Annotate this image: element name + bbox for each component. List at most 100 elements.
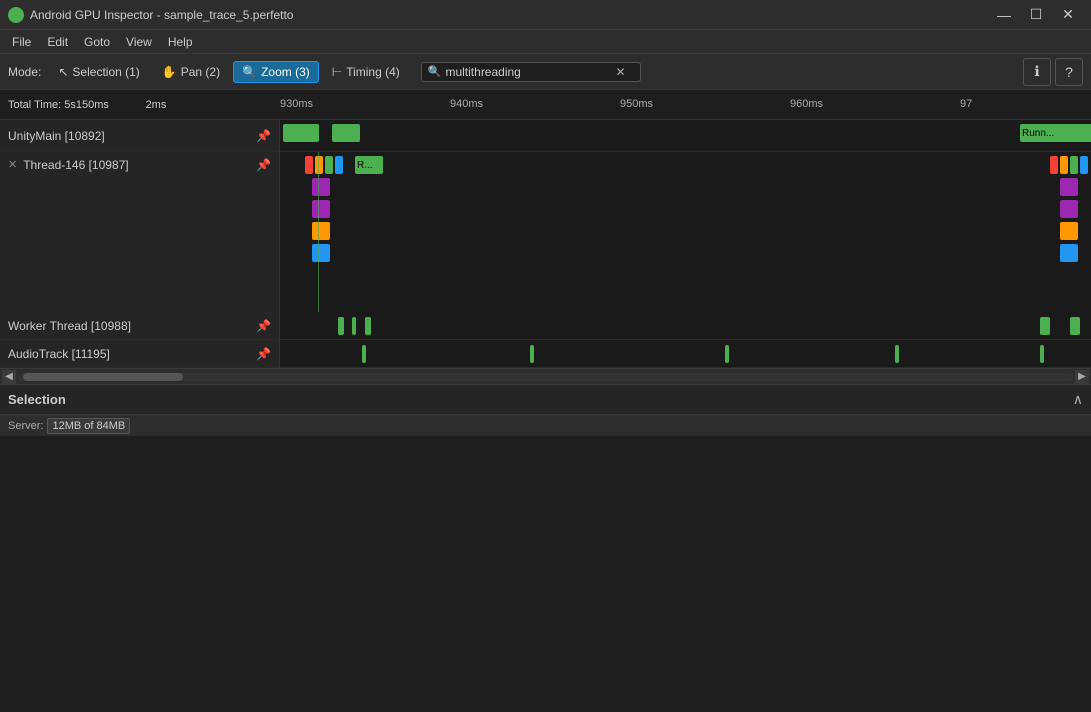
selection-label: Selection (1) bbox=[72, 65, 139, 79]
thread146-label: Thread-146 [10987] bbox=[23, 158, 128, 172]
thread146-stack-2[interactable] bbox=[312, 200, 330, 218]
thread146-r-stack-4[interactable] bbox=[1060, 244, 1078, 262]
close-button[interactable]: ✕ bbox=[1053, 5, 1083, 25]
tracks-container: UnityMain [10892] 📌 Runn... ✕ Thread-146… bbox=[0, 120, 1091, 368]
scroll-track bbox=[18, 373, 1073, 381]
thread146-event-r[interactable]: R... bbox=[355, 156, 383, 174]
track-label-worker: Worker Thread [10988] 📌 bbox=[0, 312, 280, 339]
mode-selection[interactable]: ↖ Selection (1) bbox=[49, 61, 148, 83]
thread146-event-2[interactable] bbox=[315, 156, 323, 174]
menu-edit[interactable]: Edit bbox=[39, 33, 76, 51]
statusbar: Server: 12MB of 84MB bbox=[0, 414, 1091, 436]
worker-event-3[interactable] bbox=[365, 317, 371, 335]
scroll-right-arrow[interactable]: ▶ bbox=[1075, 370, 1089, 384]
mode-label: Mode: bbox=[8, 65, 41, 79]
thread146-event-3[interactable] bbox=[325, 156, 333, 174]
scroll-left-arrow[interactable]: ◀ bbox=[2, 370, 16, 384]
audiotrack-label: AudioTrack [11195] bbox=[8, 347, 110, 361]
zoom-label: Zoom (3) bbox=[261, 65, 310, 79]
worker-event-2[interactable] bbox=[352, 317, 356, 335]
server-value: 12MB of 84MB bbox=[47, 418, 130, 434]
unitymain-event-1[interactable] bbox=[283, 124, 319, 142]
search-clear-icon[interactable]: ✕ bbox=[615, 65, 625, 79]
selection-icon: ↖ bbox=[58, 65, 68, 79]
thread146-stack-1[interactable] bbox=[312, 178, 330, 196]
thread146-r-stack-2[interactable] bbox=[1060, 200, 1078, 218]
search-icon: 🔍 bbox=[428, 65, 442, 78]
ruler-label-940: 940ms bbox=[450, 98, 483, 110]
thread146-r-event-4[interactable] bbox=[1080, 156, 1088, 174]
timeline-total: Total Time: 5s150ms 2ms bbox=[0, 99, 280, 111]
audio-event-5[interactable] bbox=[1040, 345, 1044, 363]
mode-pan[interactable]: ✋ Pan (2) bbox=[153, 61, 229, 83]
worker-event-1[interactable] bbox=[338, 317, 344, 335]
thread146-r-event-3[interactable] bbox=[1070, 156, 1078, 174]
scroll-thumb[interactable] bbox=[23, 373, 183, 381]
timing-label: Timing (4) bbox=[346, 65, 400, 79]
zoom-icon: 🔍 bbox=[242, 65, 257, 79]
worker-label: Worker Thread [10988] bbox=[8, 319, 131, 333]
pin-icon-thread146[interactable]: 📌 bbox=[256, 158, 271, 172]
track-row-worker: Worker Thread [10988] 📌 bbox=[0, 312, 1091, 340]
selection-title: Selection bbox=[8, 392, 66, 407]
minimize-button[interactable]: — bbox=[989, 5, 1019, 25]
audio-event-2[interactable] bbox=[530, 345, 534, 363]
pan-icon: ✋ bbox=[162, 65, 177, 79]
pin-icon-audiotrack[interactable]: 📌 bbox=[256, 347, 271, 361]
ruler-label-930: 930ms bbox=[280, 98, 313, 110]
audio-event-1[interactable] bbox=[362, 345, 366, 363]
pin-icon-worker[interactable]: 📌 bbox=[256, 319, 271, 333]
unitymain-event-2[interactable] bbox=[332, 124, 360, 142]
server-label: Server: bbox=[8, 420, 43, 432]
track-canvas-worker bbox=[280, 312, 1091, 339]
titlebar-controls: — ☐ ✕ bbox=[989, 5, 1083, 25]
ruler-label-960: 960ms bbox=[790, 98, 823, 110]
close-icon-thread146[interactable]: ✕ bbox=[8, 158, 17, 171]
thread146-r-stack-3[interactable] bbox=[1060, 222, 1078, 240]
track-row-unitymain: UnityMain [10892] 📌 Runn... bbox=[0, 120, 1091, 152]
thread146-event-4[interactable] bbox=[335, 156, 343, 174]
thread146-r-event-2[interactable] bbox=[1060, 156, 1068, 174]
thread146-vline bbox=[318, 152, 319, 312]
timing-icon: ⊢ bbox=[332, 65, 342, 79]
audio-event-4[interactable] bbox=[895, 345, 899, 363]
thread146-r-stack-1[interactable] bbox=[1060, 178, 1078, 196]
track-canvas-audiotrack bbox=[280, 340, 1091, 367]
timeline-ruler-area: 930ms 940ms 950ms 960ms 97 bbox=[280, 90, 1091, 119]
titlebar-left: Android GPU Inspector - sample_trace_5.p… bbox=[8, 7, 293, 23]
selection-panel: Selection ∧ bbox=[0, 384, 1091, 414]
info-button[interactable]: ℹ bbox=[1023, 58, 1051, 86]
menu-file[interactable]: File bbox=[4, 33, 39, 51]
worker-event-5[interactable] bbox=[1070, 317, 1080, 335]
mode-timing[interactable]: ⊢ Timing (4) bbox=[323, 61, 409, 83]
track-label-unitymain: UnityMain [10892] 📌 bbox=[0, 120, 280, 151]
titlebar-title: Android GPU Inspector - sample_trace_5.p… bbox=[30, 8, 293, 22]
expand-button[interactable]: ∧ bbox=[1073, 391, 1083, 408]
pin-icon-unitymain[interactable]: 📌 bbox=[256, 129, 271, 143]
menubar: File Edit Goto View Help bbox=[0, 30, 1091, 54]
unitymain-event-running[interactable]: Runn... bbox=[1020, 124, 1091, 142]
help-button[interactable]: ? bbox=[1055, 58, 1083, 86]
menu-help[interactable]: Help bbox=[160, 33, 201, 51]
thread146-r-event-1[interactable] bbox=[1050, 156, 1058, 174]
unitymain-label: UnityMain [10892] bbox=[8, 129, 105, 143]
thread146-event-1[interactable] bbox=[305, 156, 313, 174]
track-label-thread146: ✕ Thread-146 [10987] 📌 bbox=[0, 152, 280, 312]
timeline-ruler: Total Time: 5s150ms 2ms 930ms 940ms 950m… bbox=[0, 90, 1091, 120]
audio-event-3[interactable] bbox=[725, 345, 729, 363]
pan-label: Pan (2) bbox=[181, 65, 220, 79]
app-icon bbox=[8, 7, 24, 23]
ruler-label-97: 97 bbox=[960, 98, 972, 110]
track-canvas-unitymain: Runn... bbox=[280, 120, 1091, 151]
worker-event-4[interactable] bbox=[1040, 317, 1050, 335]
thread146-stack-3[interactable] bbox=[312, 222, 330, 240]
search-input[interactable] bbox=[445, 65, 615, 79]
menu-goto[interactable]: Goto bbox=[76, 33, 118, 51]
thread146-stack-4[interactable] bbox=[312, 244, 330, 262]
mode-zoom[interactable]: 🔍 Zoom (3) bbox=[233, 61, 319, 83]
scrollbar: ◀ ▶ bbox=[0, 368, 1091, 384]
track-row-audiotrack: AudioTrack [11195] 📌 bbox=[0, 340, 1091, 368]
maximize-button[interactable]: ☐ bbox=[1021, 5, 1051, 25]
menu-view[interactable]: View bbox=[118, 33, 160, 51]
search-container: 🔍 ✕ bbox=[421, 62, 641, 82]
